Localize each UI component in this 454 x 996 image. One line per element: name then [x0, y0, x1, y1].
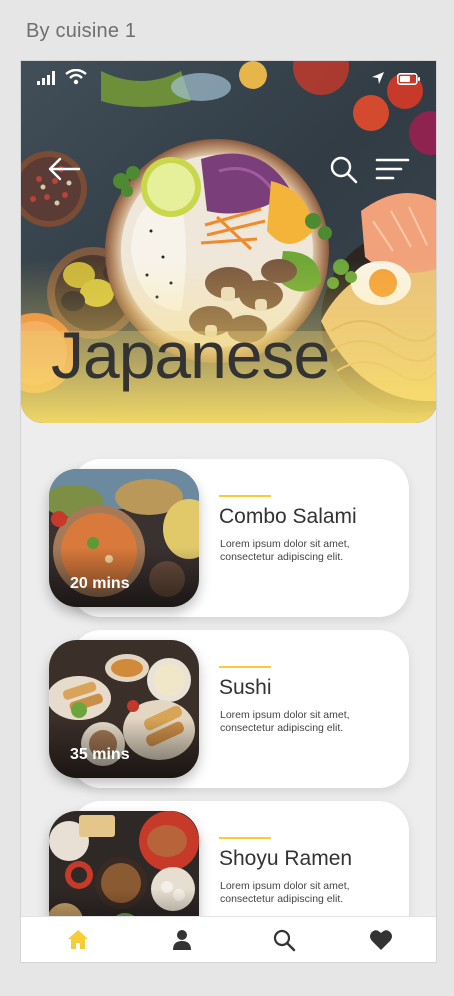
tab-favorites[interactable]	[369, 928, 393, 952]
cuisine-title: Japanese	[51, 318, 330, 392]
status-bar	[37, 69, 421, 89]
dish-description: Lorem ipsum dolor sit amet, consectetur …	[220, 538, 350, 563]
cook-time: 20 mins	[70, 575, 130, 592]
dish-description: Lorem ipsum dolor sit amet, consectetur …	[220, 709, 350, 734]
filter-button[interactable]	[375, 157, 411, 181]
back-button[interactable]	[47, 157, 81, 181]
heart-icon	[370, 930, 392, 950]
filter-lines-icon	[375, 158, 410, 180]
phone-screen: Japanese 20 mins Combo Salami Lorem ipsu…	[20, 60, 437, 963]
search-icon	[330, 156, 358, 184]
bottom-tab-bar	[21, 916, 436, 962]
tab-home[interactable]	[66, 928, 90, 952]
title-accent-line	[219, 666, 271, 668]
search-icon	[273, 929, 296, 952]
dish-title: Combo Salami	[219, 505, 357, 528]
dish-card[interactable]: 20 mins Combo Salami Lorem ipsum dolor s…	[49, 459, 409, 617]
battery-icon	[397, 73, 420, 85]
dish-thumbnail: 35 mins	[49, 640, 199, 778]
tab-profile[interactable]	[170, 928, 194, 952]
title-accent-line	[219, 837, 271, 839]
hero-search-button[interactable]	[329, 155, 359, 185]
dish-title: Sushi	[219, 676, 272, 699]
dish-card[interactable]: 35 mins Sushi Lorem ipsum dolor sit amet…	[49, 630, 409, 788]
dish-thumbnail: 20 mins	[49, 469, 199, 607]
cook-time: 35 mins	[70, 746, 130, 763]
dish-description: Lorem ipsum dolor sit amet, consectetur …	[220, 880, 350, 905]
location-arrow-icon	[372, 72, 384, 84]
hero-banner: Japanese	[21, 61, 436, 423]
tab-search[interactable]	[272, 928, 296, 952]
home-icon	[68, 930, 88, 949]
profile-icon	[173, 930, 191, 950]
title-accent-line	[219, 495, 271, 497]
wifi-icon	[65, 69, 87, 85]
dish-title: Shoyu Ramen	[219, 847, 353, 870]
cellular-signal-icon	[37, 71, 55, 85]
arrow-left-icon	[48, 157, 81, 181]
artboard-title: By cuisine 1	[26, 20, 137, 42]
